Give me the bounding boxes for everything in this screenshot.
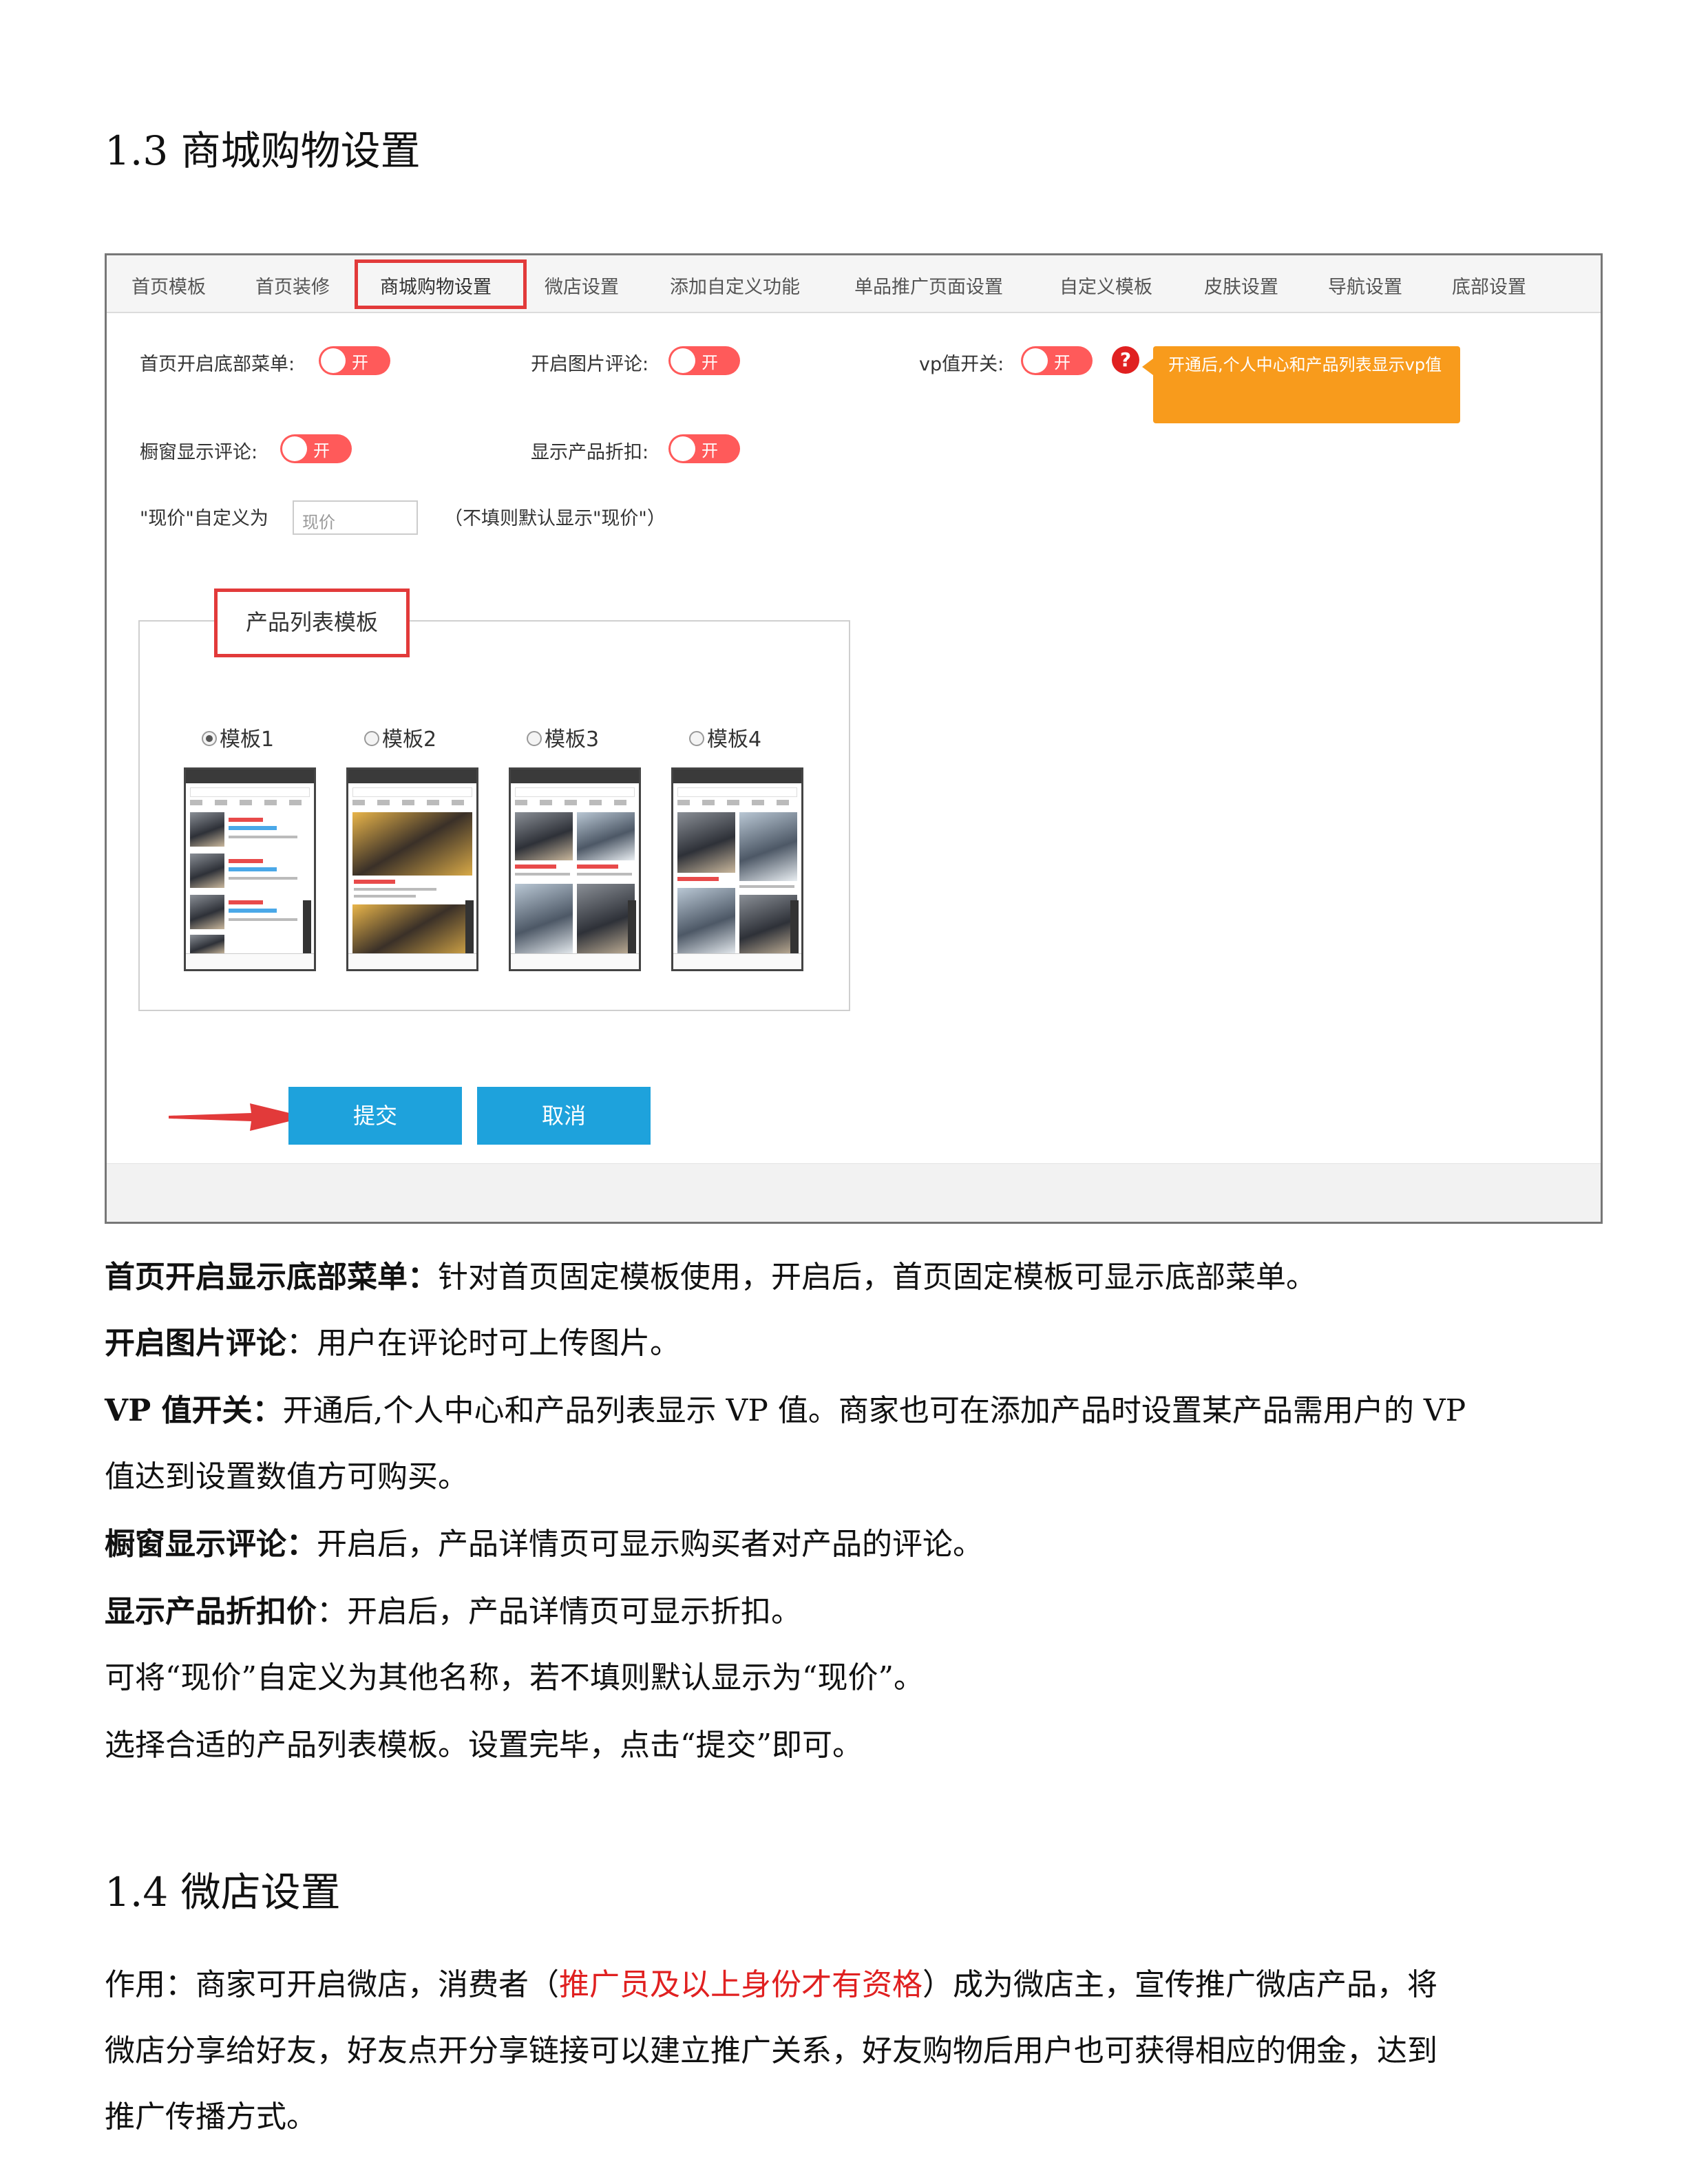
- window-comment-toggle[interactable]: 开: [280, 434, 352, 463]
- tab-home-decoration[interactable]: 首页装修: [255, 272, 330, 299]
- image-comment-label: 开启图片评论:: [531, 354, 649, 375]
- template-option-1[interactable]: 模板1: [202, 722, 274, 752]
- desc-image-comment: 开启图片评论：用户在评论时可上传图片。: [105, 1326, 680, 1361]
- bottom-menu-toggle[interactable]: 开: [319, 346, 390, 375]
- price-custom-label: "现价"自定义为: [140, 508, 268, 529]
- template-2-preview[interactable]: [346, 767, 478, 971]
- discount-toggle[interactable]: 开: [668, 434, 740, 463]
- tab-bar: 首页模板 首页装修 商城购物设置 微店设置 添加自定义功能 单品推广页面设置 自…: [107, 255, 1601, 313]
- desc-template-choose: 选择合适的产品列表模板。设置完毕，点击“提交”即可。: [105, 1728, 863, 1763]
- micro-store-desc-line3: 推广传播方式。: [105, 2099, 317, 2134]
- radio-icon[interactable]: [527, 730, 542, 746]
- tab-footer-settings[interactable]: 底部设置: [1452, 272, 1526, 299]
- tab-custom-template[interactable]: 自定义模板: [1059, 272, 1152, 299]
- settings-screenshot: 首页模板 首页装修 商城购物设置 微店设置 添加自定义功能 单品推广页面设置 自…: [105, 253, 1603, 1224]
- arrow-pointer-icon: [169, 1103, 306, 1131]
- price-custom-input[interactable]: 现价: [293, 500, 418, 535]
- tab-mall-shopping-settings[interactable]: 商城购物设置: [380, 272, 492, 299]
- footer-strip: [107, 1163, 1601, 1222]
- vp-label: vp值开关:: [919, 354, 1004, 375]
- bottom-menu-label: 首页开启底部菜单:: [140, 354, 295, 375]
- micro-store-desc-line1: 作用：商家可开启微店，消费者（推广员及以上身份才有资格）成为微店主，宣传推广微店…: [105, 1967, 1437, 2002]
- desc-discount: 显示产品折扣价：开启后，产品详情页可显示折扣。: [105, 1594, 801, 1629]
- template-4-preview[interactable]: [671, 767, 803, 971]
- desc-vp-switch: VP 值开关：开通后,个人中心和产品列表显示 VP 值。商家也可在添加产品时设置…: [105, 1393, 1466, 1428]
- desc-window-comment: 橱窗显示评论：开启后，产品详情页可显示购买者对产品的评论。: [105, 1527, 983, 1562]
- cancel-button[interactable]: 取消: [477, 1087, 651, 1145]
- template-option-2[interactable]: 模板2: [364, 722, 436, 752]
- section-title-1-3: 1.3 商城购物设置: [105, 127, 421, 174]
- radio-selected-icon[interactable]: [202, 730, 217, 746]
- template-option-4[interactable]: 模板4: [689, 722, 761, 752]
- tab-nav-settings[interactable]: 导航设置: [1328, 272, 1402, 299]
- tab-skin-settings[interactable]: 皮肤设置: [1204, 272, 1278, 299]
- tooltip-arrow: [1142, 359, 1153, 375]
- desc-bottom-menu: 首页开启显示底部菜单：针对首页固定模板使用，开启后，首页固定模板可显示底部菜单。: [105, 1260, 1316, 1295]
- image-comment-toggle[interactable]: 开: [668, 346, 740, 375]
- desc-vp-switch-line2: 值达到设置数值方可购买。: [105, 1459, 468, 1494]
- window-comment-label: 橱窗显示评论:: [140, 442, 258, 463]
- template-option-3[interactable]: 模板3: [527, 722, 599, 752]
- price-hint: （不填则默认显示"现价"）: [444, 508, 666, 529]
- tab-custom-function[interactable]: 添加自定义功能: [670, 272, 800, 299]
- vp-toggle[interactable]: 开: [1021, 346, 1093, 375]
- tab-single-product-promo[interactable]: 单品推广页面设置: [854, 272, 1003, 299]
- discount-label: 显示产品折扣:: [531, 442, 649, 463]
- vp-tooltip: 开通后,个人中心和产品列表显示vp值: [1153, 346, 1460, 423]
- template-3-preview[interactable]: [509, 767, 641, 971]
- template-1-preview[interactable]: [184, 767, 316, 971]
- micro-store-desc-line2: 微店分享给好友，好友点开分享链接可以建立推广关系，好友购物后用户也可获得相应的佣…: [105, 2033, 1437, 2068]
- radio-icon[interactable]: [689, 730, 704, 746]
- tab-home-template[interactable]: 首页模板: [131, 272, 206, 299]
- template-section-title: 产品列表模板: [214, 589, 410, 657]
- desc-price-custom: 可将“现价”自定义为其他名称，若不填则默认显示为“现价”。: [105, 1660, 924, 1695]
- help-icon[interactable]: ?: [1112, 346, 1139, 374]
- radio-icon[interactable]: [364, 730, 379, 746]
- section-title-1-4: 1.4 微店设置: [105, 1869, 341, 1916]
- submit-button[interactable]: 提交: [288, 1087, 462, 1145]
- tab-micro-store-settings[interactable]: 微店设置: [545, 272, 619, 299]
